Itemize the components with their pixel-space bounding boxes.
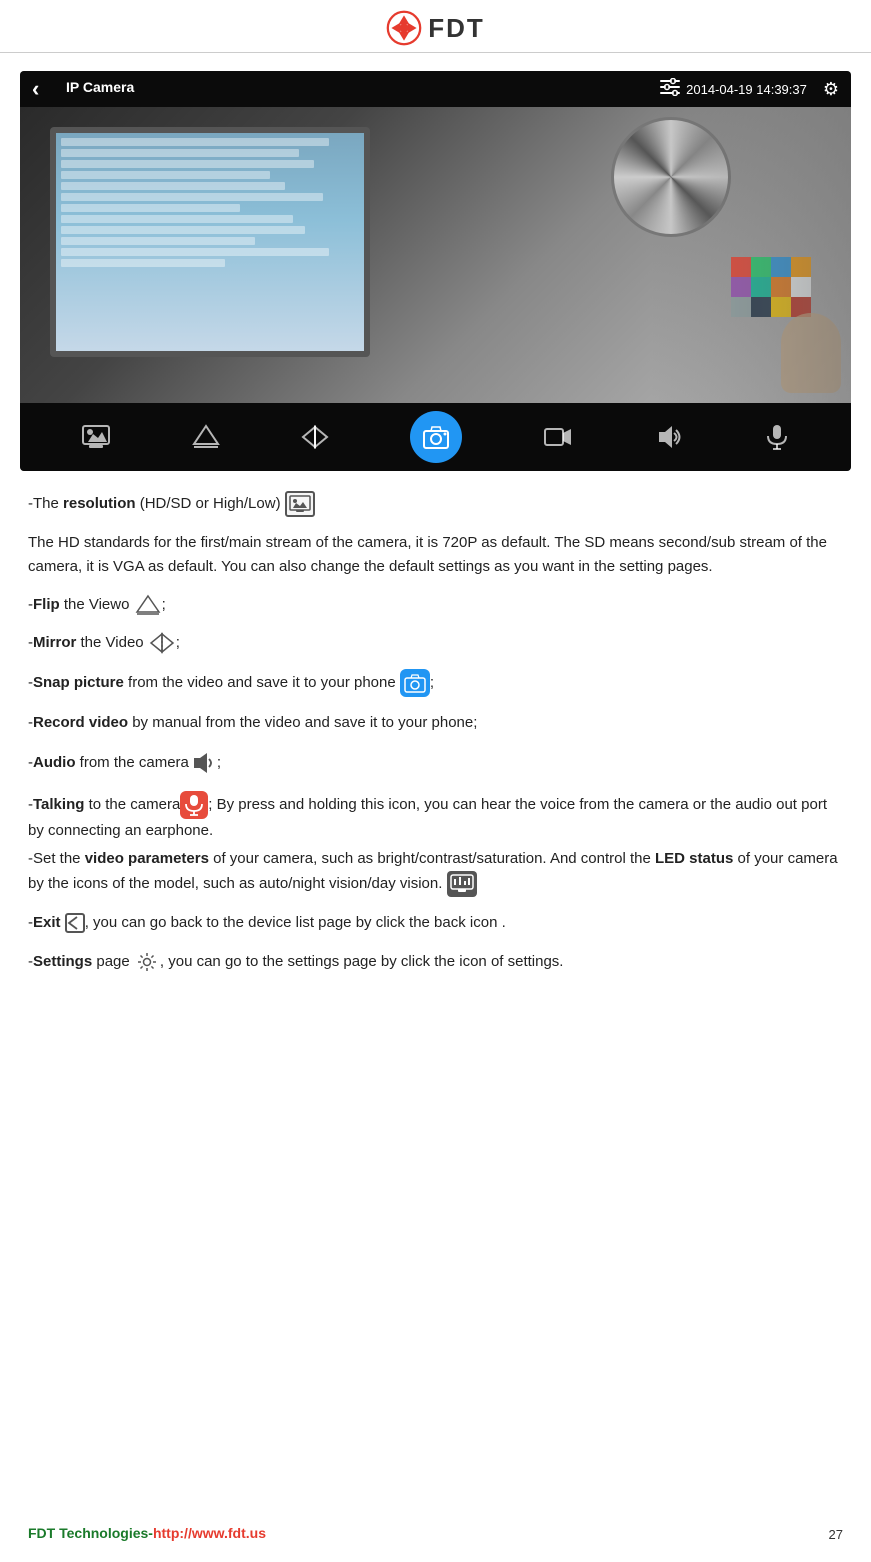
mirror-suffix: the Video (76, 634, 147, 651)
camera-screenshot: ‹ IP Camera 2014-04-19 14:39:37 ⚙ (20, 71, 851, 471)
screen-lines (61, 138, 359, 270)
led-status-bold: LED status (655, 850, 733, 867)
content-area: -The resolution (HD/SD or High/Low) The … (0, 471, 871, 1009)
talking-suffix: to the camera (84, 796, 180, 813)
snap-end: ; (430, 674, 434, 691)
settings-inline-icon (134, 949, 160, 975)
record-tool-button[interactable] (543, 424, 573, 450)
settings-bold-label: Settings (33, 953, 92, 970)
snap-section: -Snap picture from the video and save it… (28, 669, 843, 697)
exit-suffix: , you can go back to the device list pag… (85, 914, 506, 931)
audio-tool-button[interactable] (654, 423, 682, 451)
resolution-tool-button[interactable] (81, 424, 111, 450)
record-suffix: by manual from the video and save it to … (128, 714, 477, 731)
resolution-bold-label: resolution (63, 495, 136, 512)
fdt-logo-icon (386, 10, 422, 46)
snap-suffix: from the video and save it to your phone (124, 674, 400, 691)
camera-monitor (50, 127, 370, 357)
page-footer: FDT Technologies-http://www.fdt.us 27 (0, 1525, 871, 1542)
camera-gear-icon[interactable]: ⚙ (823, 79, 839, 100)
talking-section: -Talking to the camera ; By press and ho… (28, 791, 843, 843)
resolution-section: -The resolution (HD/SD or High/Low) (28, 491, 843, 517)
footer-brand-name: FDT Technologies- (28, 1525, 153, 1541)
resolution-prefix: -The (28, 495, 63, 512)
talking-inline-icon (180, 791, 208, 819)
camera-top-right-controls: 2014-04-19 14:39:37 ⚙ (660, 78, 839, 101)
mirror-end: ; (176, 634, 180, 651)
logo-text: FDT (428, 13, 485, 44)
talking-bold-label: Talking (33, 796, 84, 813)
exit-inline-icon (65, 913, 85, 933)
videoparams-mid: of your camera, such as bright/contrast/… (209, 850, 655, 867)
camera-image-area (20, 107, 851, 403)
record-bold-label: Record video (33, 714, 128, 731)
flip-inline-icon (134, 593, 162, 617)
flip-bold-label: Flip (33, 596, 60, 613)
page-header: FDT (0, 0, 871, 53)
audio-suffix: from the camera (76, 754, 189, 771)
settings-desc: , you can go to the settings page by cli… (160, 953, 564, 970)
resolution-inline-icon (285, 491, 315, 517)
resolution-description: The HD standards for the first/main stre… (28, 531, 843, 579)
exit-bold-label: Exit (33, 914, 61, 931)
camera-monitor-screen (56, 133, 364, 351)
mirror-bold-label: Mirror (33, 634, 76, 651)
audio-end: ; (217, 754, 221, 771)
camera-bottom-toolbar (20, 403, 851, 471)
camera-datetime: 2014-04-19 14:39:37 (686, 82, 807, 97)
videoparams-prefix: -Set the (28, 850, 85, 867)
snap-tool-button[interactable] (410, 411, 462, 463)
camera-sliders-icon[interactable] (660, 78, 680, 101)
camera-top-bar: ‹ IP Camera 2014-04-19 14:39:37 ⚙ (20, 71, 851, 107)
flip-suffix: the Viewo (60, 596, 134, 613)
footer-page-number: 27 (829, 1527, 843, 1542)
mirror-section: -Mirror the Video ; (28, 631, 843, 655)
flip-tool-button[interactable] (192, 424, 220, 450)
flip-end: ; (162, 596, 166, 613)
audio-inline-icon (189, 749, 217, 777)
logo: FDT (386, 10, 485, 46)
audio-bold-label: Audio (33, 754, 76, 771)
exit-section: -Exit , you can go back to the device li… (28, 911, 843, 935)
flip-section: -Flip the Viewo ; (28, 593, 843, 617)
settings-suffix: page (92, 953, 130, 970)
resolution-suffix: (HD/SD or High/Low) (136, 495, 285, 512)
snap-inline-icon (400, 669, 430, 697)
mirror-inline-icon (148, 631, 176, 655)
settings-section: -Settings page , you can go to the setti… (28, 949, 843, 975)
record-section: -Record video by manual from the video a… (28, 711, 843, 735)
camera-back-button[interactable]: ‹ (32, 76, 39, 102)
video-params-inline-icon (447, 871, 477, 897)
camera-title: IP Camera (66, 79, 134, 95)
footer-brand-url[interactable]: http://www.fdt.us (153, 1525, 266, 1541)
talking-tool-button[interactable] (763, 423, 791, 451)
audio-section: -Audio from the camera ; (28, 749, 843, 777)
snap-bold-label: Snap picture (33, 674, 124, 691)
footer-brand: FDT Technologies-http://www.fdt.us (28, 1525, 266, 1542)
videoparams-bold1: video parameters (85, 850, 209, 867)
videoparams-section: -Set the video parameters of your camera… (28, 847, 843, 897)
resolution-desc-text: The HD standards for the first/main stre… (28, 534, 827, 575)
mirror-tool-button[interactable] (301, 424, 329, 450)
